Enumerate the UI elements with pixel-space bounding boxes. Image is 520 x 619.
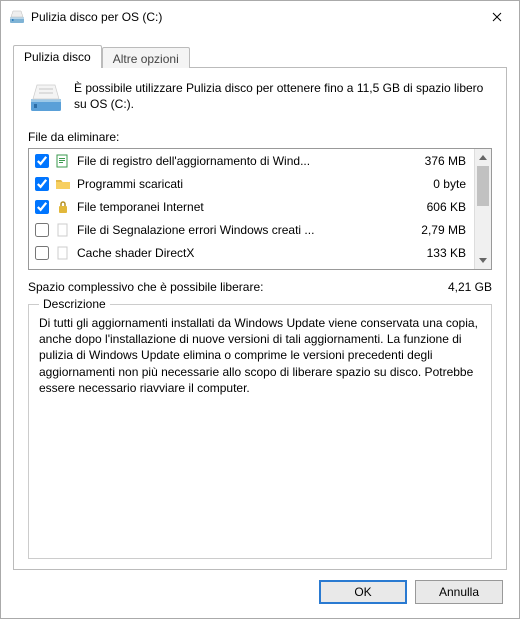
description-group: Descrizione Di tutti gli aggiornamenti i… xyxy=(28,304,492,559)
total-row: Spazio complessivo che è possibile liber… xyxy=(28,280,492,294)
scroll-track[interactable] xyxy=(475,166,491,252)
scroll-up-button[interactable] xyxy=(475,149,491,166)
button-row: OK Annulla xyxy=(1,570,519,618)
info-text: È possibile utilizzare Pulizia disco per… xyxy=(74,80,492,116)
file-row[interactable]: Cache shader DirectX 133 KB xyxy=(29,241,474,264)
close-button[interactable] xyxy=(474,1,519,33)
window-title: Pulizia disco per OS (C:) xyxy=(31,10,474,24)
files-label: File da eliminare: xyxy=(28,130,492,144)
tab-strip: Pulizia disco Altre opzioni xyxy=(13,45,507,67)
file-row[interactable]: Programmi scaricati 0 byte xyxy=(29,172,474,195)
scroll-thumb[interactable] xyxy=(477,166,489,206)
info-row: È possibile utilizzare Pulizia disco per… xyxy=(28,80,492,116)
file-name: File di registro dell'aggiornamento di W… xyxy=(77,154,398,168)
file-size: 133 KB xyxy=(404,246,468,260)
file-size: 0 byte xyxy=(404,177,468,191)
titlebar: Pulizia disco per OS (C:) xyxy=(1,1,519,33)
tab-options[interactable]: Altre opzioni xyxy=(102,47,190,68)
file-size: 606 KB xyxy=(404,200,468,214)
total-value: 4,21 GB xyxy=(448,280,492,294)
file-name: Cache shader DirectX xyxy=(77,246,398,260)
file-checkbox[interactable] xyxy=(35,223,49,237)
scrollbar[interactable] xyxy=(474,149,491,269)
tab-panel-cleanup: È possibile utilizzare Pulizia disco per… xyxy=(13,67,507,570)
scroll-down-button[interactable] xyxy=(475,252,491,269)
file-checkbox[interactable] xyxy=(35,246,49,260)
file-checkbox[interactable] xyxy=(35,200,49,214)
log-file-icon xyxy=(55,153,71,169)
file-row[interactable]: File di Segnalazione errori Windows crea… xyxy=(29,218,474,241)
content-area: Pulizia disco Altre opzioni È possibile … xyxy=(1,33,519,570)
total-label: Spazio complessivo che è possibile liber… xyxy=(28,280,448,294)
ok-button[interactable]: OK xyxy=(319,580,407,604)
drive-icon xyxy=(28,80,64,116)
file-name: File di Segnalazione errori Windows crea… xyxy=(77,223,398,237)
file-list-body: File di registro dell'aggiornamento di W… xyxy=(29,149,474,269)
disk-cleanup-icon xyxy=(9,9,25,25)
folder-icon xyxy=(55,176,71,192)
file-size: 2,79 MB xyxy=(404,223,468,237)
description-legend: Descrizione xyxy=(39,297,110,311)
cancel-button[interactable]: Annulla xyxy=(415,580,503,604)
file-checkbox[interactable] xyxy=(35,154,49,168)
blank-file-icon xyxy=(55,245,71,261)
file-list: File di registro dell'aggiornamento di W… xyxy=(28,148,492,270)
file-name: File temporanei Internet xyxy=(77,200,398,214)
lock-icon xyxy=(55,199,71,215)
file-name: Programmi scaricati xyxy=(77,177,398,191)
file-row[interactable]: File di registro dell'aggiornamento di W… xyxy=(29,149,474,172)
file-size: 376 MB xyxy=(404,154,468,168)
tab-cleanup[interactable]: Pulizia disco xyxy=(13,45,102,68)
file-row[interactable]: File temporanei Internet 606 KB xyxy=(29,195,474,218)
file-checkbox[interactable] xyxy=(35,177,49,191)
description-text: Di tutti gli aggiornamenti installati da… xyxy=(39,315,481,396)
blank-file-icon xyxy=(55,222,71,238)
